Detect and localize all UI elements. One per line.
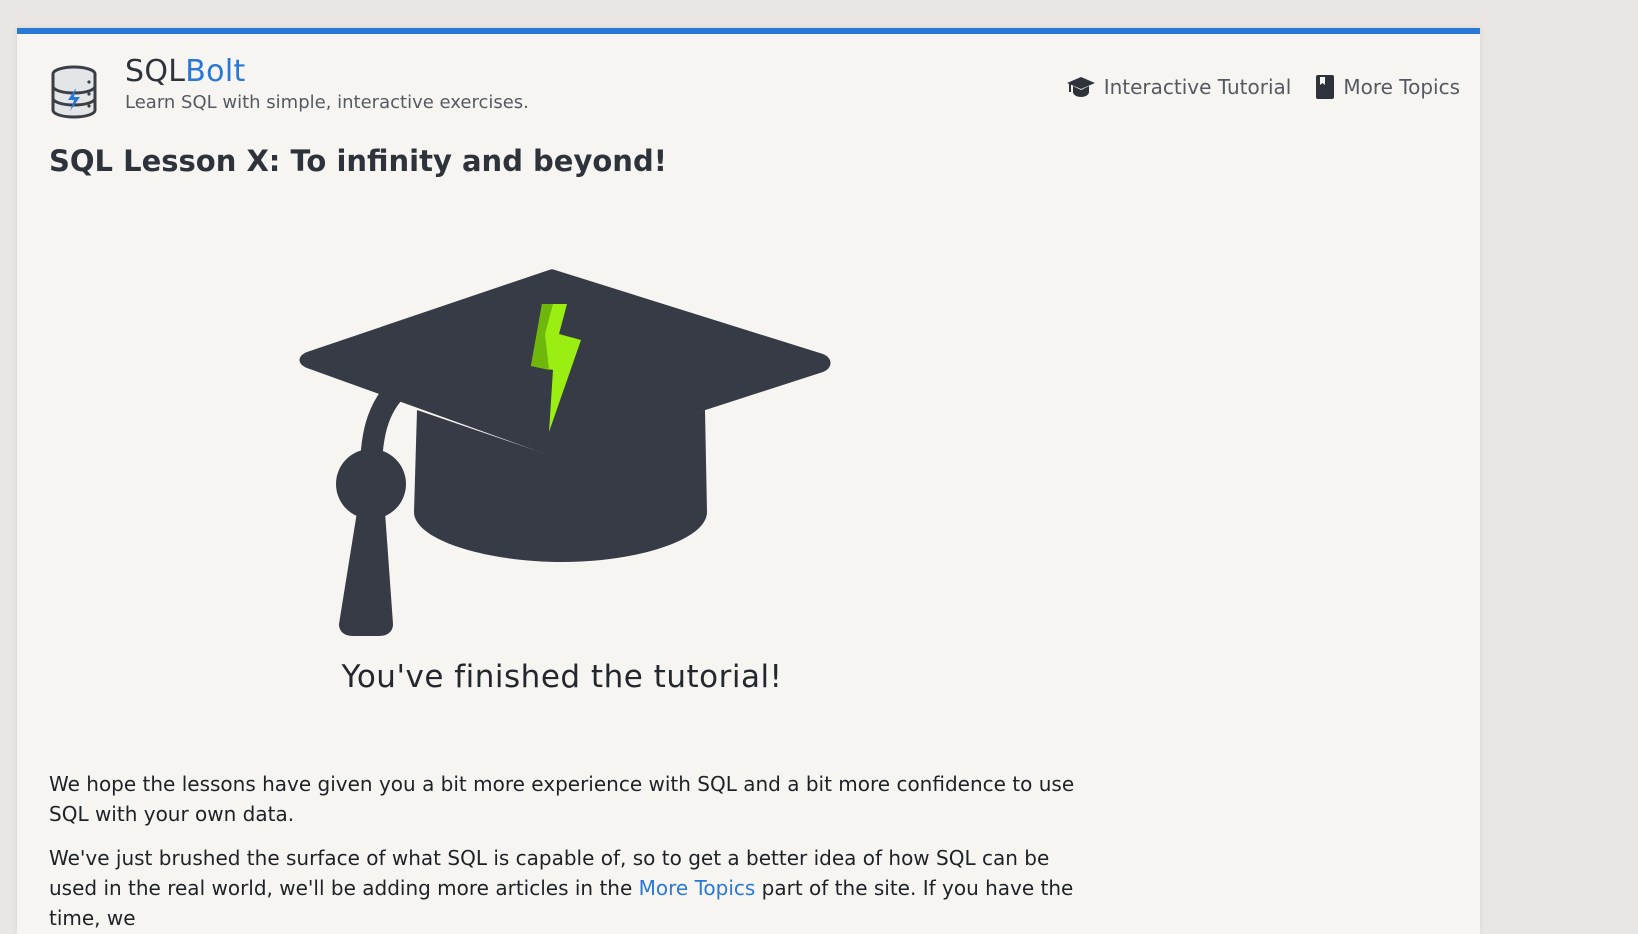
- nav-interactive-tutorial-label[interactable]: Interactive Tutorial: [1104, 75, 1292, 99]
- nav-more-topics-label[interactable]: More Topics: [1343, 75, 1460, 99]
- lesson-title: SQL Lesson X: To infinity and beyond!: [49, 144, 667, 178]
- site-title-part2[interactable]: Bolt: [185, 54, 245, 89]
- database-bolt-icon[interactable]: [49, 64, 99, 120]
- brand[interactable]: SQLBolt Learn SQL with simple, interacti…: [125, 54, 529, 113]
- graduation-cap-bolt-icon: [299, 269, 831, 636]
- paragraph-2: We've just brushed the surface of what S…: [49, 843, 1089, 933]
- finished-message: You've finished the tutorial!: [341, 659, 783, 695]
- lesson-body: We hope the lessons have given you a bit…: [49, 769, 1089, 934]
- more-topics-link[interactable]: More Topics: [639, 876, 756, 900]
- site-title-part1[interactable]: SQL: [125, 54, 185, 89]
- site-tagline: Learn SQL with simple, interactive exerc…: [125, 92, 529, 113]
- graduation-cap-icon: [1066, 77, 1095, 97]
- page-container: SQLBolt Learn SQL with simple, interacti…: [17, 28, 1480, 934]
- site-header: SQLBolt Learn SQL with simple, interacti…: [17, 34, 1480, 144]
- nav-interactive-tutorial[interactable]: Interactive Tutorial: [1066, 75, 1292, 99]
- site-title[interactable]: SQLBolt: [125, 54, 529, 90]
- top-nav: Interactive Tutorial More Topics: [1066, 74, 1460, 100]
- paragraph-1: We hope the lessons have given you a bit…: [49, 772, 1075, 826]
- nav-more-topics[interactable]: More Topics: [1315, 74, 1460, 100]
- book-icon: [1316, 75, 1335, 99]
